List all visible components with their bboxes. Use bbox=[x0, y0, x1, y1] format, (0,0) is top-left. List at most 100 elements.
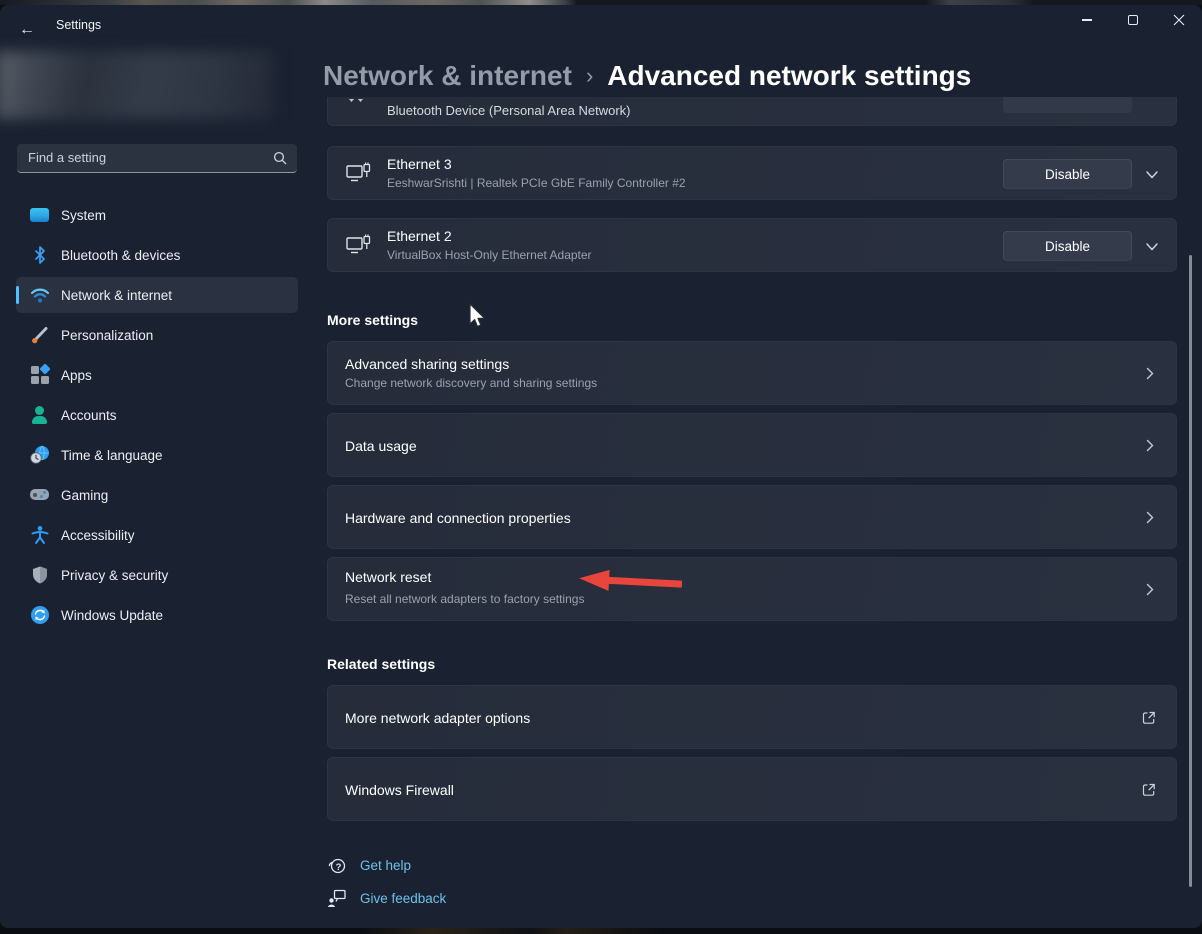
breadcrumb-separator-icon: › bbox=[586, 63, 593, 88]
network-icon bbox=[30, 285, 50, 305]
desktop-edge-strip bbox=[0, 928, 1202, 934]
close-icon bbox=[1173, 14, 1185, 26]
sidebar-item-label: Privacy & security bbox=[61, 568, 168, 583]
row-title: More network adapter options bbox=[345, 710, 530, 726]
accounts-icon bbox=[30, 405, 50, 425]
search-input[interactable] bbox=[17, 144, 257, 171]
get-help-label: Get help bbox=[360, 858, 411, 873]
screen: { "titlebar": { "app_title": "Settings" … bbox=[0, 0, 1202, 934]
sidebar-item-apps[interactable]: Apps bbox=[16, 357, 298, 393]
privacy-security-icon bbox=[30, 565, 50, 585]
sidebar-item-privacy-security[interactable]: Privacy & security bbox=[16, 557, 298, 593]
windows-update-icon bbox=[30, 605, 50, 625]
selected-accent-bar bbox=[16, 286, 19, 304]
adapter-name: Ethernet 3 bbox=[387, 156, 452, 172]
row-title: Network reset bbox=[345, 569, 431, 585]
row-more-network-adapter-options[interactable]: More network adapter options bbox=[327, 685, 1177, 749]
row-network-reset[interactable]: Network reset Reset all network adapters… bbox=[327, 557, 1177, 621]
sidebar-nav: System Bluetooth & devices Network & int… bbox=[16, 197, 298, 637]
adapter-name: Ethernet 2 bbox=[387, 228, 452, 244]
sidebar-item-bluetooth-devices[interactable]: Bluetooth & devices bbox=[16, 237, 298, 273]
get-help-link[interactable]: ? Get help bbox=[327, 855, 411, 876]
accessibility-icon bbox=[30, 525, 50, 545]
gaming-icon bbox=[30, 485, 50, 505]
personalization-icon bbox=[30, 325, 50, 345]
sidebar-item-label: Network & internet bbox=[61, 288, 172, 303]
chevron-right-icon bbox=[1146, 439, 1154, 452]
sidebar-item-gaming[interactable]: Gaming bbox=[16, 477, 298, 513]
row-description: Change network discovery and sharing set… bbox=[345, 376, 597, 390]
page-title: Advanced network settings bbox=[607, 60, 971, 91]
mouse-cursor bbox=[468, 303, 488, 331]
sidebar-item-label: Windows Update bbox=[61, 608, 163, 623]
chevron-right-icon bbox=[1146, 367, 1154, 380]
breadcrumb: Network & internet › Advanced network sett… bbox=[323, 60, 971, 92]
adapter-row-ethernet-3[interactable]: Ethernet 3 EeshwarSrishti | Realtek PCIe… bbox=[327, 146, 1177, 200]
row-title: Advanced sharing settings bbox=[345, 356, 509, 372]
give-feedback-label: Give feedback bbox=[360, 891, 446, 906]
row-description: Reset all network adapters to factory se… bbox=[345, 592, 584, 606]
disable-button[interactable]: Disable bbox=[1003, 159, 1132, 189]
system-icon bbox=[30, 205, 50, 225]
window-title: Settings bbox=[56, 18, 101, 32]
sidebar-item-label: Time & language bbox=[61, 448, 163, 463]
adapter-description: EeshwarSrishti | Realtek PCIe GbE Family… bbox=[387, 176, 686, 190]
row-windows-firewall[interactable]: Windows Firewall bbox=[327, 757, 1177, 821]
ethernet-adapter-icon bbox=[346, 234, 372, 257]
disable-button[interactable]: Disable bbox=[1003, 231, 1132, 261]
sidebar-item-label: Personalization bbox=[61, 328, 153, 343]
adapter-row-ethernet-2[interactable]: Ethernet 2 VirtualBox Host-Only Ethernet… bbox=[327, 218, 1177, 272]
sidebar-item-accessibility[interactable]: Accessibility bbox=[16, 517, 298, 553]
row-title: Windows Firewall bbox=[345, 782, 454, 798]
close-button[interactable] bbox=[1156, 5, 1202, 35]
related-settings-heading: Related settings bbox=[327, 656, 435, 672]
back-button[interactable]: ← bbox=[12, 17, 42, 43]
give-feedback-link[interactable]: Give feedback bbox=[327, 888, 446, 909]
row-hardware-connection-properties[interactable]: Hardware and connection properties bbox=[327, 485, 1177, 549]
time-language-icon bbox=[30, 445, 50, 465]
breadcrumb-parent[interactable]: Network & internet bbox=[323, 60, 572, 91]
sidebar-item-accounts[interactable]: Accounts bbox=[16, 397, 298, 433]
sidebar-item-windows-update[interactable]: Windows Update bbox=[16, 597, 298, 633]
chevron-down-icon[interactable] bbox=[1145, 170, 1159, 180]
adapter-action-button-partial[interactable] bbox=[1003, 97, 1132, 113]
sidebar-item-time-language[interactable]: Time & language bbox=[16, 437, 298, 473]
sidebar-item-system[interactable]: System bbox=[16, 197, 298, 233]
sidebar-item-label: Gaming bbox=[61, 488, 108, 503]
sidebar-item-label: System bbox=[61, 208, 106, 223]
feedback-icon bbox=[327, 888, 347, 909]
sidebar-item-label: Bluetooth & devices bbox=[61, 248, 180, 263]
more-settings-heading: More settings bbox=[327, 312, 418, 328]
vertical-scrollbar[interactable] bbox=[1189, 255, 1192, 887]
sidebar-item-label: Accessibility bbox=[61, 528, 135, 543]
chevron-right-icon bbox=[1146, 511, 1154, 524]
adapter-row-bluetooth-device[interactable]: Bluetooth Device (Personal Area Network) bbox=[327, 97, 1177, 126]
sidebar-item-personalization[interactable]: Personalization bbox=[16, 317, 298, 353]
sidebar-item-network-internet[interactable]: Network & internet bbox=[16, 277, 298, 313]
sidebar-item-label: Apps bbox=[61, 368, 92, 383]
ethernet-adapter-icon bbox=[346, 162, 372, 185]
minimize-button[interactable] bbox=[1064, 5, 1110, 35]
svg-text:?: ? bbox=[336, 862, 342, 873]
row-data-usage[interactable]: Data usage bbox=[327, 413, 1177, 477]
row-title: Hardware and connection properties bbox=[345, 510, 571, 526]
search-icon bbox=[273, 151, 287, 165]
sidebar-item-label: Accounts bbox=[61, 408, 117, 423]
maximize-button[interactable] bbox=[1110, 5, 1156, 35]
chevron-down-icon[interactable] bbox=[1145, 242, 1159, 252]
settings-window: ← Settings System Bluetooth & devices bbox=[0, 5, 1202, 928]
annotation-arrow bbox=[576, 565, 685, 599]
bluetooth-adapter-icon bbox=[348, 98, 366, 107]
external-link-icon bbox=[1141, 782, 1157, 798]
maximize-icon bbox=[1128, 15, 1138, 25]
search-box bbox=[17, 144, 297, 173]
adapter-description: VirtualBox Host-Only Ethernet Adapter bbox=[387, 248, 592, 262]
external-link-icon bbox=[1141, 710, 1157, 726]
user-profile-blurred bbox=[0, 51, 274, 119]
help-icon: ? bbox=[327, 855, 347, 876]
row-title: Data usage bbox=[345, 438, 417, 454]
adapter-name: Bluetooth Device (Personal Area Network) bbox=[387, 103, 631, 118]
row-advanced-sharing-settings[interactable]: Advanced sharing settings Change network… bbox=[327, 341, 1177, 405]
minimize-icon bbox=[1082, 19, 1092, 20]
bluetooth-icon bbox=[30, 245, 50, 265]
